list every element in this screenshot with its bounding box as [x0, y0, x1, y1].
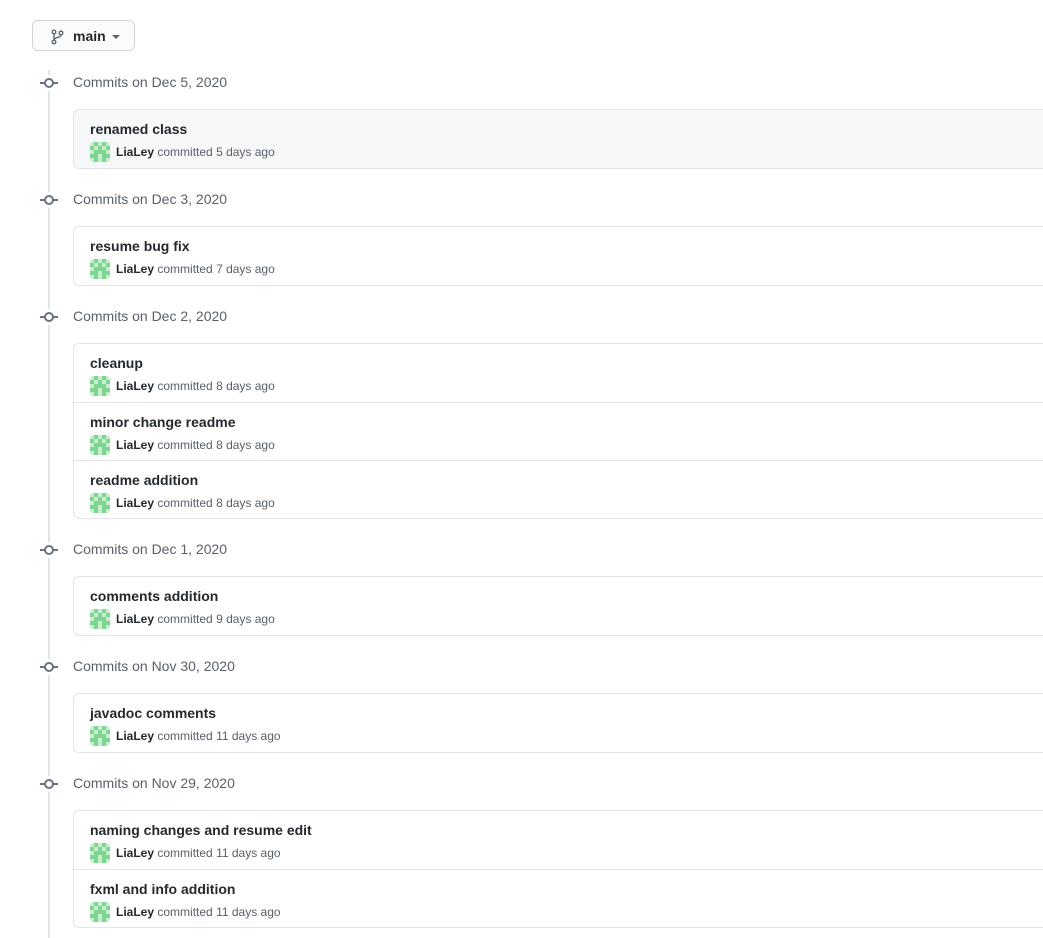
commit-list: naming changes and resume edit LiaLey co…: [73, 810, 1043, 928]
author-link[interactable]: LiaLey: [116, 262, 154, 276]
commit-meta: LiaLey committed 7 days ago: [116, 262, 275, 276]
commit-row: renamed class LiaLey committed 5 days ag…: [74, 110, 1043, 168]
commit-message-link[interactable]: naming changes and resume edit: [90, 822, 312, 838]
avatar[interactable]: [90, 493, 110, 513]
commit-time: 11 days ago: [216, 846, 281, 860]
commit-row: cleanup LiaLey committed 8 days ago: [74, 344, 1043, 402]
commit-verb: committed: [157, 612, 213, 626]
commit-meta: LiaLey committed 8 days ago: [116, 379, 275, 393]
git-commit-icon: [40, 75, 58, 91]
author-link[interactable]: LiaLey: [116, 729, 154, 743]
git-branch-icon: [50, 29, 64, 45]
author-link[interactable]: LiaLey: [116, 905, 154, 919]
commit-meta: LiaLey committed 11 days ago: [116, 905, 281, 919]
commit-time: 9 days ago: [216, 612, 275, 626]
author-link[interactable]: LiaLey: [116, 496, 154, 510]
commit-group-date: Commits on Dec 3, 2020: [73, 191, 228, 207]
avatar[interactable]: [90, 435, 110, 455]
author-link[interactable]: LiaLey: [116, 846, 154, 860]
author-link[interactable]: LiaLey: [116, 612, 154, 626]
author-link[interactable]: LiaLey: [116, 379, 154, 393]
commit-verb: committed: [157, 145, 213, 159]
commit-row: naming changes and resume edit LiaLey co…: [74, 811, 1043, 869]
commit-meta: LiaLey committed 8 days ago: [116, 496, 275, 510]
commit-verb: committed: [157, 729, 213, 743]
commit-row: javadoc comments LiaLey committed 11 day…: [74, 694, 1043, 752]
commit-list: comments addition LiaLey committed 9 day…: [73, 576, 1043, 636]
commit-message-link[interactable]: javadoc comments: [90, 705, 216, 721]
commit-message-link[interactable]: fxml and info addition: [90, 881, 235, 897]
avatar[interactable]: [90, 259, 110, 279]
commit-row: fxml and info addition LiaLey committed …: [74, 869, 1043, 927]
commit-verb: committed: [157, 438, 213, 452]
avatar[interactable]: [90, 142, 110, 162]
commit-message-link[interactable]: minor change readme: [90, 414, 236, 430]
commit-meta: LiaLey committed 5 days ago: [116, 145, 275, 159]
commit-list: javadoc comments LiaLey committed 11 day…: [73, 693, 1043, 753]
commit-meta: LiaLey committed 8 days ago: [116, 438, 275, 452]
commit-group-date: Commits on Dec 1, 2020: [73, 541, 228, 557]
commit-verb: committed: [157, 496, 213, 510]
commit-message-link[interactable]: renamed class: [90, 121, 187, 137]
commit-group-date: Commits on Dec 5, 2020: [73, 74, 228, 90]
commit-group-date: Commits on Nov 29, 2020: [73, 775, 235, 791]
avatar[interactable]: [90, 902, 110, 922]
commit-verb: committed: [157, 262, 213, 276]
avatar[interactable]: [90, 726, 110, 746]
commit-message-link[interactable]: readme addition: [90, 472, 198, 488]
commit-verb: committed: [157, 905, 213, 919]
author-link[interactable]: LiaLey: [116, 438, 154, 452]
commit-message-link[interactable]: cleanup: [90, 355, 143, 371]
avatar[interactable]: [90, 376, 110, 396]
commit-list: cleanup LiaLey committed 8 days ago mino…: [73, 343, 1043, 519]
commit-group-header: Commits on Dec 1, 2020: [0, 540, 1043, 560]
commit-message-link[interactable]: resume bug fix: [90, 238, 190, 254]
commit-message-link[interactable]: comments addition: [90, 588, 218, 604]
commit-meta: LiaLey committed 11 days ago: [116, 729, 281, 743]
git-commit-icon: [40, 776, 58, 792]
commit-verb: committed: [157, 846, 213, 860]
commit-group-header: Commits on Nov 30, 2020: [0, 657, 1043, 677]
commit-verb: committed: [157, 379, 213, 393]
git-commit-icon: [40, 192, 58, 208]
commit-time: 7 days ago: [216, 262, 275, 276]
commit-group-header: Commits on Dec 3, 2020: [0, 190, 1043, 210]
commit-time: 8 days ago: [216, 438, 275, 452]
commit-list: renamed class LiaLey committed 5 days ag…: [73, 109, 1043, 169]
chevron-down-icon: [112, 35, 120, 39]
commit-time: 11 days ago: [216, 729, 281, 743]
commit-meta: LiaLey committed 11 days ago: [116, 846, 281, 860]
commit-row: comments addition LiaLey committed 9 day…: [74, 577, 1043, 635]
commit-list: resume bug fix LiaLey committed 7 days a…: [73, 226, 1043, 286]
commit-time: 8 days ago: [216, 379, 275, 393]
branch-select-button[interactable]: main: [32, 20, 135, 51]
commit-row: readme addition LiaLey committed 8 days …: [74, 460, 1043, 518]
commit-time: 8 days ago: [216, 496, 275, 510]
commit-time: 11 days ago: [216, 905, 281, 919]
git-commit-icon: [40, 542, 58, 558]
commit-group-date: Commits on Nov 30, 2020: [73, 658, 235, 674]
commit-row: minor change readme LiaLey committed 8 d…: [74, 402, 1043, 460]
avatar[interactable]: [90, 843, 110, 863]
git-commit-icon: [40, 659, 58, 675]
commit-group-header: Commits on Nov 29, 2020: [0, 774, 1043, 794]
author-link[interactable]: LiaLey: [116, 145, 154, 159]
branch-label: main: [73, 28, 106, 44]
commit-group-header: Commits on Dec 2, 2020: [0, 307, 1043, 327]
commit-row: resume bug fix LiaLey committed 7 days a…: [74, 227, 1043, 285]
commit-group-date: Commits on Dec 2, 2020: [73, 308, 228, 324]
git-commit-icon: [40, 309, 58, 325]
commit-time: 5 days ago: [216, 145, 275, 159]
commit-group-header: Commits on Dec 5, 2020: [0, 73, 1043, 93]
commit-meta: LiaLey committed 9 days ago: [116, 612, 275, 626]
avatar[interactable]: [90, 609, 110, 629]
